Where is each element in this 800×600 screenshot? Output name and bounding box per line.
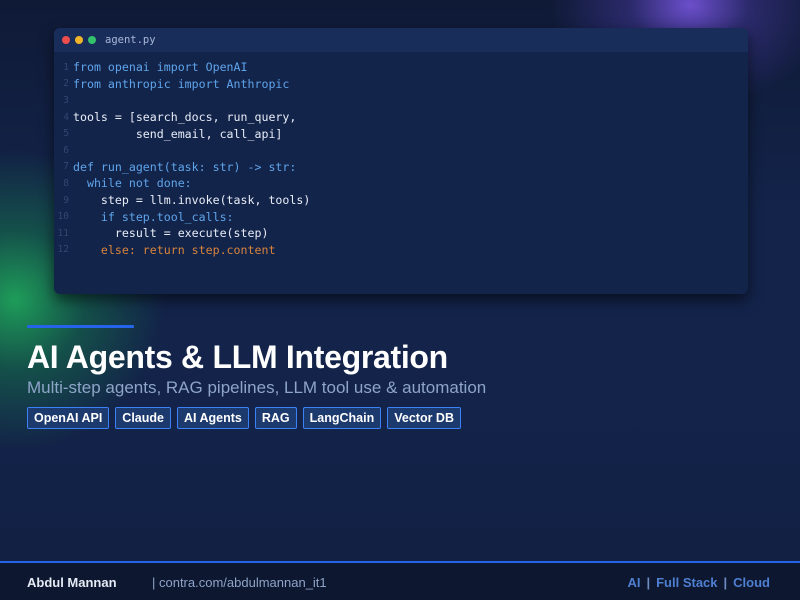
code-text: if step.tool_calls: xyxy=(73,209,234,224)
code-text: step = llm.invoke(task, tools) xyxy=(73,193,311,208)
code-body: 1 from openai import OpenAI 2 from anthropi… xyxy=(54,52,748,258)
code-line: 7 def run_agent(task: str) -> str: xyxy=(54,159,748,176)
line-number: 11 xyxy=(57,227,69,239)
editor-filename: agent.py xyxy=(105,34,156,46)
code-editor-window: agent.py 1 from openai import OpenAI 2 from… xyxy=(54,28,748,294)
code-text: while not done: xyxy=(73,176,192,191)
code-text: send_email, call_api] xyxy=(73,126,283,141)
line-number: 12 xyxy=(57,244,69,256)
line-number: 7 xyxy=(63,161,69,173)
tag-langchain: LangChain xyxy=(302,407,382,429)
line-number: 6 xyxy=(63,144,69,156)
line-number: 4 xyxy=(63,111,69,123)
line-number: 10 xyxy=(57,211,69,223)
footer-profile-link[interactable]: | contra.com/abdulmannan_it1 xyxy=(152,575,327,590)
accent-divider xyxy=(27,325,134,328)
code-text: tools = [search_docs, run_query, xyxy=(73,110,297,125)
code-text: result = execute(step) xyxy=(73,226,269,241)
line-number: 3 xyxy=(63,94,69,106)
line-number: 2 xyxy=(63,78,69,90)
code-line: 8 while not done: xyxy=(54,175,748,192)
code-line: 9 step = llm.invoke(task, tools) xyxy=(54,192,748,209)
footer-separator: | xyxy=(723,575,728,590)
line-number: 8 xyxy=(63,177,69,189)
code-line: 6 xyxy=(54,142,748,159)
code-line: 11 result = execute(step) xyxy=(54,225,748,242)
tag-vector-db: Vector DB xyxy=(387,407,461,429)
code-text: def run_agent(task: str) -> str: xyxy=(73,159,297,174)
tag-claude: Claude xyxy=(115,407,171,429)
editor-titlebar: agent.py xyxy=(54,28,748,52)
code-line: 2 from anthropic import Anthropic xyxy=(54,76,748,93)
tag-ai-agents: AI Agents xyxy=(176,407,249,429)
code-line: 4 tools = [search_docs, run_query, xyxy=(54,109,748,126)
code-text: from openai import OpenAI xyxy=(73,60,248,75)
code-line: 5 send_email, call_api] xyxy=(54,125,748,142)
footer-stack-item: AI xyxy=(627,575,641,590)
footer-author: Abdul Mannan xyxy=(27,575,117,590)
code-line: 12 else: return step.content xyxy=(54,242,748,259)
line-number: 9 xyxy=(63,194,69,206)
page-title: AI Agents & LLM Integration xyxy=(27,339,448,375)
footer-stack-item: Full Stack xyxy=(656,575,718,590)
footer-stack-list: AI | Full Stack | Cloud xyxy=(627,575,770,590)
code-line: 1 from openai import OpenAI xyxy=(54,59,748,76)
close-dot-icon[interactable] xyxy=(62,36,70,44)
maximize-dot-icon[interactable] xyxy=(88,36,96,44)
line-number: 5 xyxy=(63,128,69,140)
footer-bar: Abdul Mannan | contra.com/abdulmannan_it… xyxy=(0,561,800,600)
minimize-dot-icon[interactable] xyxy=(75,36,83,44)
footer-separator: | xyxy=(646,575,651,590)
line-number: 1 xyxy=(63,61,69,73)
tag-openai-api: OpenAI API xyxy=(27,407,110,429)
code-text: from anthropic import Anthropic xyxy=(73,76,290,91)
tag-rag: RAG xyxy=(254,407,297,429)
footer-stack-item: Cloud xyxy=(733,575,770,590)
page-subtitle: Multi-step agents, RAG pipelines, LLM to… xyxy=(27,378,487,397)
code-line: 3 xyxy=(54,92,748,109)
code-line: 10 if step.tool_calls: xyxy=(54,208,748,225)
tag-list: OpenAI API Claude AI Agents RAG LangChai… xyxy=(27,407,461,429)
code-text: else: return step.content xyxy=(73,242,276,257)
